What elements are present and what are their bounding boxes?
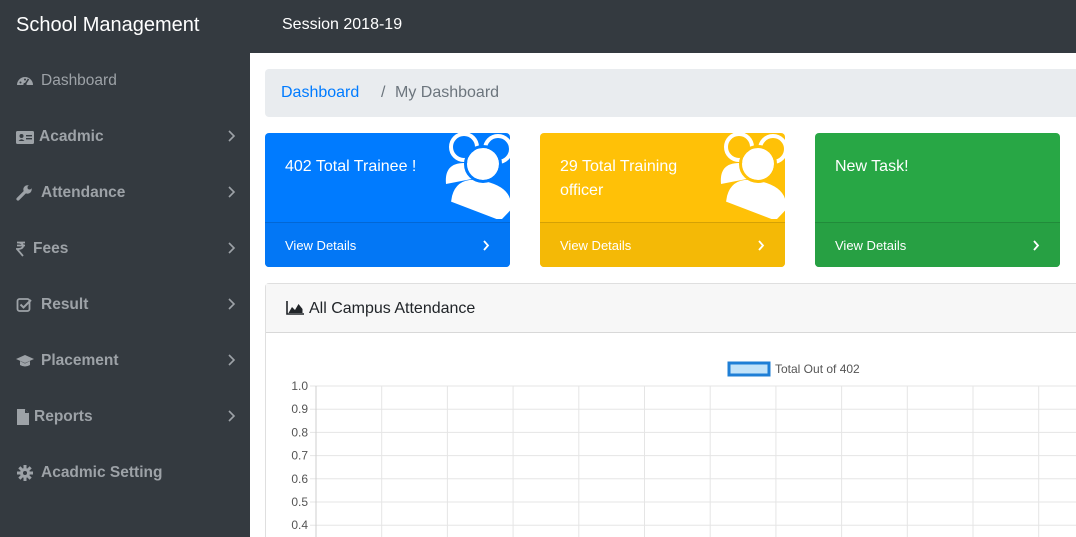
chevron-right-icon bbox=[483, 240, 490, 251]
users-icon bbox=[720, 133, 785, 219]
session-label: Session 2018-19 bbox=[282, 16, 403, 33]
new-task-card: New Task! View Details bbox=[815, 133, 1060, 267]
sidebar-item-reports[interactable]: Reports bbox=[0, 398, 250, 438]
view-details-label: View Details bbox=[835, 238, 907, 253]
legend-label: Total Out of 402 bbox=[775, 362, 860, 376]
chevron-right-icon bbox=[228, 354, 236, 366]
chevron-right-icon bbox=[228, 298, 236, 310]
main-content: Dashboard / My Dashboard 402 Total Train… bbox=[250, 53, 1076, 537]
sidebar-item-label: Fees bbox=[33, 240, 69, 257]
y-tick-label: 0.4 bbox=[291, 518, 308, 532]
check-square-icon bbox=[16, 298, 32, 312]
users-icon bbox=[445, 133, 510, 219]
sidebar-item-acadmic-setting[interactable]: Acadmic Setting bbox=[0, 454, 250, 494]
view-details-link[interactable]: View Details bbox=[815, 222, 1060, 267]
y-tick-label: 0.6 bbox=[291, 472, 308, 486]
y-tick-label: 0.7 bbox=[291, 449, 308, 463]
breadcrumb-current: My Dashboard bbox=[395, 84, 500, 101]
chevron-right-icon bbox=[1033, 240, 1040, 251]
y-tick-label: 1.0 bbox=[291, 379, 308, 393]
sidebar-item-label: Attendance bbox=[41, 184, 126, 201]
card-body: 402 Total Trainee ! bbox=[265, 133, 510, 222]
sidebar-item-dashboard[interactable]: Dashboard bbox=[0, 62, 250, 102]
legend-swatch bbox=[727, 361, 771, 377]
card-body: New Task! bbox=[815, 133, 1060, 222]
breadcrumb: Dashboard / My Dashboard bbox=[265, 69, 1076, 117]
breadcrumb-link-dashboard[interactable]: Dashboard bbox=[281, 84, 359, 102]
chevron-right-icon bbox=[228, 242, 236, 254]
chevron-right-icon bbox=[228, 186, 236, 198]
sidebar-item-fees[interactable]: Fees bbox=[0, 230, 250, 270]
sidebar-item-acadmic[interactable]: Acadmic bbox=[0, 118, 250, 158]
sidebar-item-label: Reports bbox=[34, 408, 93, 425]
chevron-right-icon bbox=[758, 240, 765, 251]
card-title: New Task! bbox=[835, 158, 909, 175]
top-navbar: School Management Session 2018-19 bbox=[0, 0, 1076, 53]
attendance-panel: All Campus Attendance Total Out of 402 1.… bbox=[265, 283, 1076, 537]
training-officer-card: 29 Total Training officer View Details bbox=[540, 133, 785, 267]
graduation-cap-icon bbox=[16, 355, 34, 367]
breadcrumb-separator: / bbox=[381, 84, 386, 101]
y-tick-label: 0.9 bbox=[291, 402, 308, 416]
y-tick-label: 0.8 bbox=[291, 425, 308, 439]
sidebar-item-label: Acadmic bbox=[39, 128, 104, 145]
dashboard-icon bbox=[17, 77, 33, 87]
sidebar-item-label: Placement bbox=[41, 352, 119, 369]
panel-title: All Campus Attendance bbox=[309, 300, 476, 317]
chevron-right-icon bbox=[228, 410, 236, 422]
area-chart-icon bbox=[286, 301, 304, 315]
sidebar-item-label: Dashboard bbox=[41, 72, 117, 89]
card-title: 29 Total Training officer bbox=[560, 158, 678, 199]
view-details-link[interactable]: View Details bbox=[265, 222, 510, 267]
card-body: 29 Total Training officer bbox=[540, 133, 785, 222]
sidebar: Dashboard Acadmic Attendance Fees Result… bbox=[0, 53, 250, 537]
wrench-icon bbox=[16, 185, 32, 201]
chevron-right-icon bbox=[228, 130, 236, 142]
sidebar-item-label: Acadmic Setting bbox=[41, 464, 163, 481]
sidebar-item-attendance[interactable]: Attendance bbox=[0, 174, 250, 214]
trainee-card: 402 Total Trainee ! View Details bbox=[265, 133, 510, 267]
view-details-label: View Details bbox=[560, 238, 632, 253]
view-details-label: View Details bbox=[285, 238, 357, 253]
brand-title[interactable]: School Management bbox=[16, 14, 199, 37]
attendance-chart: Total Out of 402 1.0 0.9 0.8 0.7 0.6 0.5 0.4 bbox=[291, 361, 1076, 537]
file-icon bbox=[17, 409, 29, 425]
sidebar-item-placement[interactable]: Placement bbox=[0, 342, 250, 382]
gear-icon bbox=[17, 465, 33, 481]
sidebar-item-label: Result bbox=[41, 296, 89, 313]
sidebar-item-result[interactable]: Result bbox=[0, 286, 250, 326]
rupee-icon bbox=[16, 241, 25, 257]
id-card-icon bbox=[16, 131, 34, 144]
y-tick-label: 0.5 bbox=[291, 495, 308, 509]
view-details-link[interactable]: View Details bbox=[540, 222, 785, 267]
panel-header: All Campus Attendance bbox=[266, 284, 1076, 333]
